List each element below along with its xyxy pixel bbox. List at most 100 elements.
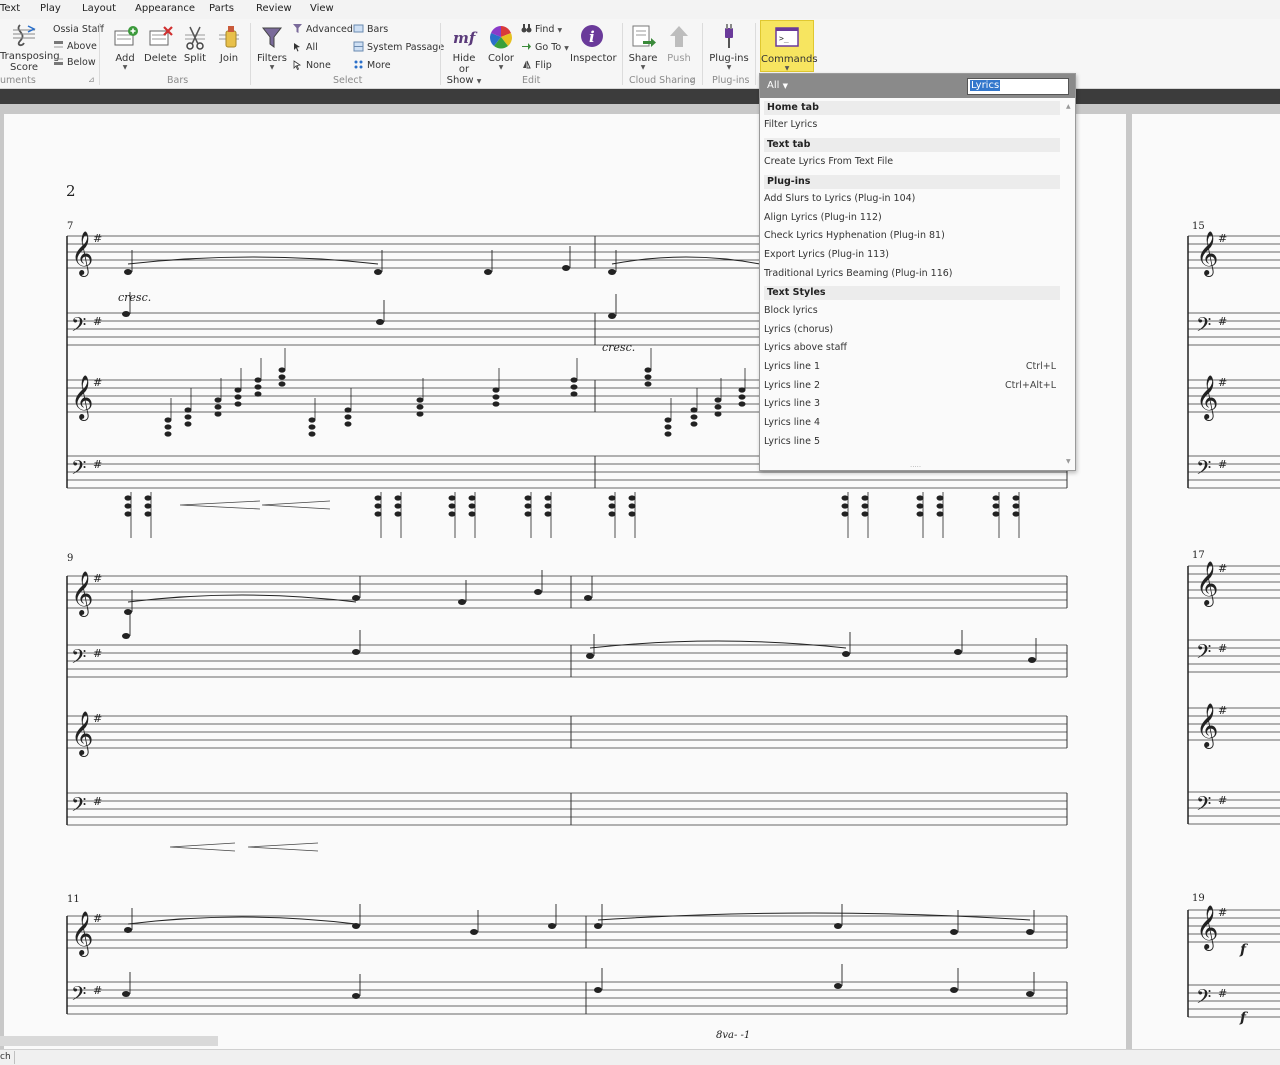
chord-notehead <box>184 414 192 420</box>
command-item-create-lyrics[interactable]: Create Lyrics From Text File <box>764 154 1060 170</box>
status-bar: ch <box>0 1049 1280 1065</box>
command-item-lyrics-above-staff[interactable]: Lyrics above staff <box>764 340 1060 356</box>
chord-notehead <box>738 387 746 393</box>
bar-number: 17 <box>1192 550 1205 561</box>
command-label: Block lyrics <box>764 305 818 316</box>
notehead <box>954 649 962 655</box>
chord-notehead <box>936 511 944 517</box>
filter-dropdown[interactable]: All ▼ <box>767 80 788 91</box>
page-number: 2 <box>66 182 76 200</box>
chord-notehead <box>841 503 849 509</box>
notehead <box>586 653 594 659</box>
treble-clef-icon: 𝄞 <box>1196 703 1218 749</box>
chord-notehead <box>1012 495 1020 501</box>
scroll-up-icon[interactable]: ▲ <box>1066 103 1071 110</box>
command-item-check-hyphenation[interactable]: Check Lyrics Hyphenation (Plug-in 81) <box>764 228 1060 244</box>
key-signature-sharp: # <box>1218 562 1227 575</box>
command-label: Check Lyrics Hyphenation (Plug-in 81) <box>764 230 945 241</box>
chord-notehead <box>664 431 672 437</box>
horizontal-scrollbar[interactable] <box>0 1036 218 1046</box>
commands-scrollbar[interactable]: ▲ ▼ <box>1064 99 1074 471</box>
chord-notehead <box>394 511 402 517</box>
hairpin <box>247 842 319 852</box>
notehead <box>124 927 132 933</box>
chord-notehead <box>664 424 672 430</box>
notehead <box>548 923 556 929</box>
treble-clef-icon: 𝄞 <box>71 375 93 421</box>
chord-notehead <box>254 391 262 397</box>
command-label: Lyrics line 1 <box>764 361 820 372</box>
chord-notehead <box>448 503 456 509</box>
chord-notehead <box>570 384 578 390</box>
treble-clef-icon: 𝄞 <box>71 571 93 617</box>
bass-clef-icon: 𝄢 <box>1196 456 1211 484</box>
command-item-block-lyrics[interactable]: Block lyrics <box>764 303 1060 319</box>
chord-notehead <box>738 394 746 400</box>
command-item-lyrics-line-5[interactable]: Lyrics line 5 <box>764 434 1060 450</box>
bass-clef-icon: 𝄢 <box>1196 640 1211 668</box>
bass-clef-icon: 𝄢 <box>71 793 86 821</box>
notehead <box>376 319 384 325</box>
scroll-down-icon[interactable]: ▼ <box>1066 458 1071 465</box>
shortcut-label: Ctrl+Alt+L <box>1005 380 1056 391</box>
chord-notehead <box>608 495 616 501</box>
notehead <box>470 929 478 935</box>
section-home-tab: Home tab <box>764 101 1060 115</box>
chord-notehead <box>144 495 152 501</box>
bass-clef-icon: 𝄢 <box>1196 792 1211 820</box>
bass-clef-icon: 𝄢 <box>71 982 86 1010</box>
chord-notehead <box>144 503 152 509</box>
resize-grip-icon[interactable]: ..... <box>910 461 921 469</box>
command-item-add-slurs[interactable]: Add Slurs to Lyrics (Plug-in 104) <box>764 191 1060 207</box>
command-item-lyrics-line-2[interactable]: Lyrics line 2 Ctrl+Alt+L <box>764 378 1060 394</box>
chord-notehead <box>644 374 652 380</box>
command-item-align-lyrics[interactable]: Align Lyrics (Plug-in 112) <box>764 210 1060 226</box>
command-label: Lyrics line 2 <box>764 380 820 391</box>
chord-notehead <box>234 401 242 407</box>
notehead <box>1026 991 1034 997</box>
chord-notehead <box>278 367 286 373</box>
chord-notehead <box>308 424 316 430</box>
key-signature-sharp: # <box>93 458 102 471</box>
chord-notehead <box>714 397 722 403</box>
command-label: Align Lyrics (Plug-in 112) <box>764 212 882 223</box>
chord-notehead <box>992 511 1000 517</box>
command-item-lyrics-line-1[interactable]: Lyrics line 1 Ctrl+L <box>764 359 1060 375</box>
chord-notehead <box>916 511 924 517</box>
chord-notehead <box>374 495 382 501</box>
command-item-traditional-beaming[interactable]: Traditional Lyrics Beaming (Plug-in 116) <box>764 266 1060 282</box>
chord-notehead <box>448 511 456 517</box>
notehead <box>352 993 360 999</box>
command-item-export-lyrics[interactable]: Export Lyrics (Plug-in 113) <box>764 247 1060 263</box>
key-signature-sharp: # <box>93 647 102 660</box>
chord-notehead <box>628 495 636 501</box>
command-item-lyrics-chorus[interactable]: Lyrics (chorus) <box>764 322 1060 338</box>
chord-notehead <box>524 503 532 509</box>
forte-marking: f <box>1239 1010 1249 1026</box>
bass-clef-icon: 𝄢 <box>1196 313 1211 341</box>
chord-notehead <box>861 503 869 509</box>
chord-notehead <box>1012 503 1020 509</box>
commands-search-input[interactable]: Lyrics <box>967 78 1069 95</box>
chord-notehead <box>278 381 286 387</box>
key-signature-sharp: # <box>93 984 102 997</box>
chord-notehead <box>214 411 222 417</box>
notehead <box>1028 657 1036 663</box>
chord-notehead <box>144 511 152 517</box>
command-item-lyrics-line-4[interactable]: Lyrics line 4 <box>764 415 1060 431</box>
command-item-filter-lyrics[interactable]: Filter Lyrics <box>764 117 1060 133</box>
bass-clef-icon: 𝄢 <box>71 645 86 673</box>
bass-clef-icon: 𝄢 <box>71 313 86 341</box>
notehead <box>1026 929 1034 935</box>
bar-number: 11 <box>67 894 80 905</box>
notehead <box>124 609 132 615</box>
command-label: Create Lyrics From Text File <box>764 156 894 167</box>
treble-clef-icon: 𝄞 <box>1196 231 1218 277</box>
command-label: Add Slurs to Lyrics (Plug-in 104) <box>764 193 916 204</box>
key-signature-sharp: # <box>1218 642 1227 655</box>
chord-notehead <box>861 495 869 501</box>
chord-notehead <box>544 503 552 509</box>
status-text: ch <box>0 1052 11 1062</box>
command-item-lyrics-line-3[interactable]: Lyrics line 3 <box>764 396 1060 412</box>
chord-notehead <box>184 407 192 413</box>
